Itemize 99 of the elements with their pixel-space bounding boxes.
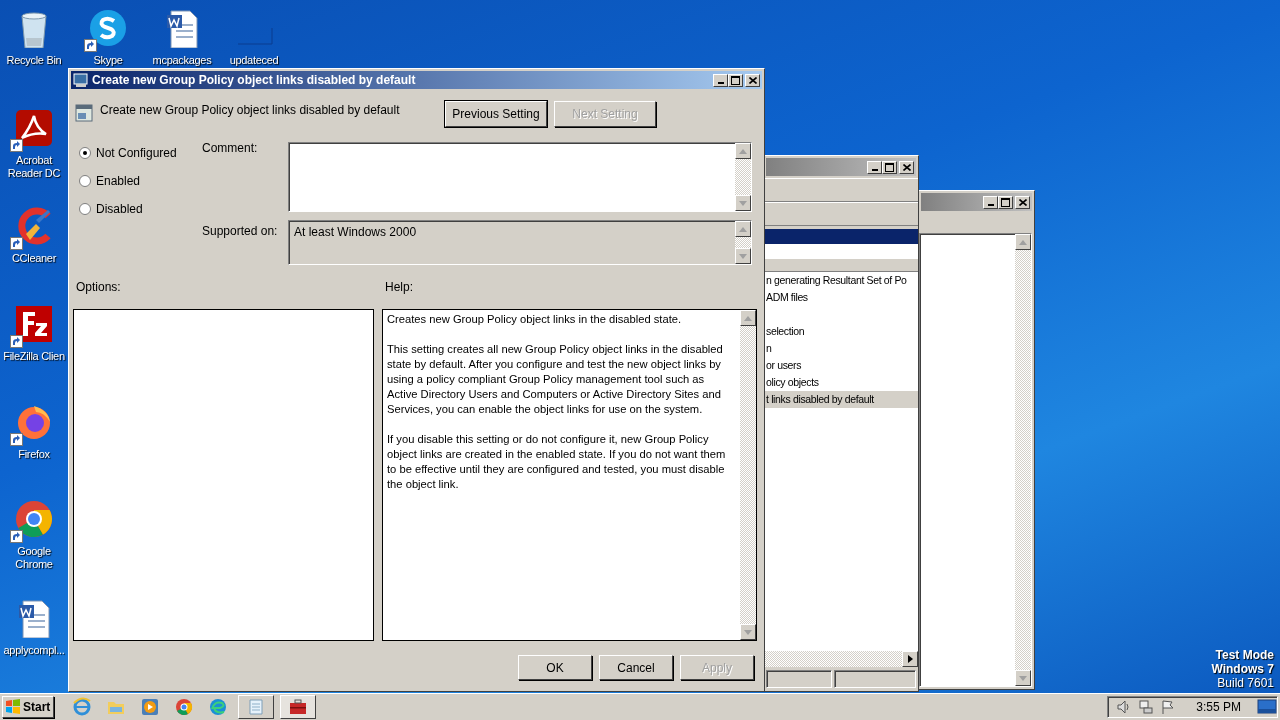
chrome-icon [174,697,194,717]
close-icon [902,163,911,171]
help-paragraph: Creates new Group Policy object links in the disabled state. [387,312,683,327]
acrobat-icon[interactable] [14,108,54,148]
radio-option[interactable]: Not Configured [79,139,202,167]
scroll-right-button[interactable] [902,651,918,667]
dialog-button[interactable]: Cancel [599,655,673,680]
list-item[interactable]: or users [764,357,918,374]
help-paragraph: This setting creates all new Group Policy object links in the disabled state by default. After you configure and test the new object links by using a policy compliant Group Policy management tool such as Active Directory Users and Computers or Active Directory Sites and Services, you can enable the object links for use on the system. [387,342,724,417]
close-icon [1018,198,1027,206]
maximize-button[interactable] [882,160,897,174]
options-label: Options: [76,280,122,296]
up-arrow-icon [744,315,752,321]
skype-icon[interactable] [88,8,128,48]
minimize-button[interactable] [867,160,882,174]
right-arrow-icon [907,655,913,663]
list-item[interactable]: n generating Resultant Set of Po [764,272,918,289]
radio-button[interactable] [79,175,91,187]
scroll-down-button[interactable] [1015,670,1031,686]
dialog-button[interactable]: OK [518,655,592,680]
maximize-button[interactable] [728,73,743,87]
network-icon[interactable] [1138,699,1155,715]
desktop-icon-label[interactable]: Google Chrome [0,545,68,571]
scroll-down-button[interactable] [735,248,751,264]
policy-window-icon [73,72,89,88]
minimize-button[interactable] [983,195,998,209]
close-button[interactable] [745,73,760,87]
close-icon [748,76,757,84]
chrome-icon[interactable] [14,499,54,539]
scroll-down-button[interactable] [740,624,756,640]
up-arrow-icon [1019,239,1027,245]
desktop-icon-label[interactable]: Firefox [18,448,50,461]
clock[interactable]: 3:55 PM [1196,700,1241,714]
down-arrow-icon [739,253,747,259]
desktop-icon-label[interactable]: Recycle Bin [6,54,62,67]
desktop-icon-label[interactable]: updateced [229,54,279,67]
desktop-icon-label[interactable]: FileZilla Clien [3,350,65,363]
edge-icon [208,697,228,717]
setting-name: Create new Group Policy object links disabled by default [100,103,401,117]
list-item[interactable]: ADM files [764,289,918,306]
desktop-icon-label[interactable]: mcpackages [152,54,212,67]
maximize-button[interactable] [998,195,1013,209]
list-item[interactable]: n [764,340,918,357]
help-paragraph: If you disable this setting or do not configure it, new Group Policy object links are created in the enabled state. If you do not want them to be effective until they are configured and tested, you must disable the object link. [387,432,727,492]
scroll-up-button[interactable] [1015,234,1031,250]
scrollbar[interactable] [764,651,918,667]
toolbox-icon [288,697,308,717]
notepad-icon [246,697,266,717]
down-arrow-icon [739,200,747,206]
radio-option[interactable]: Enabled [79,167,202,195]
down-arrow-icon [744,629,752,635]
desktop-icon-label[interactable]: CCleaner [11,252,57,265]
comment-label: Comment: [202,141,259,157]
taskbar-button[interactable] [280,695,316,719]
title-bar[interactable] [921,193,1032,211]
desktop-icon-label[interactable]: Skype [93,54,123,67]
desktop-notice-text: Test Mode [1215,648,1274,662]
desktop-notice-text: Windows 7 [1211,662,1274,676]
show-desktop-icon[interactable] [1257,698,1277,716]
radio-button[interactable] [79,147,91,159]
scrollbar[interactable] [1015,234,1031,686]
setting-nav-button[interactable]: Previous Setting [445,101,547,127]
filezilla-icon[interactable] [14,304,54,344]
title-bar[interactable]: Create new Group Policy object links disabled by default [71,71,762,89]
comment-field[interactable] [288,142,752,212]
ie-icon [72,697,92,717]
list-item[interactable]: t links disabled by default [764,391,918,408]
close-button[interactable] [1015,195,1030,209]
scroll-down-button[interactable] [735,195,751,211]
radio-button[interactable] [79,203,91,215]
windows-logo-icon [5,699,21,715]
supported-on-label: Supported on: [202,224,279,240]
title-bar[interactable] [766,158,916,176]
setting-icon [75,104,93,122]
list-item[interactable]: olicy objects [764,374,918,391]
close-button[interactable] [899,160,914,174]
start-button[interactable]: Start [2,696,54,718]
help-label: Help: [385,280,413,296]
up-arrow-icon [739,148,747,154]
minimize-button[interactable] [713,73,728,87]
down-arrow-icon [1019,675,1027,681]
scroll-up-button[interactable] [740,310,756,326]
desktop-notice-text: Build 7601 [1217,676,1274,690]
media-player-icon [140,697,160,717]
taskbar-button[interactable] [238,695,274,719]
scrollbar[interactable] [740,310,756,640]
column-header[interactable] [764,259,918,272]
scrollbar[interactable] [735,143,751,211]
desktop-icon-label[interactable]: Acrobat Reader DC [0,154,68,180]
desktop-icon-label[interactable]: applycompl... [3,644,65,657]
radio-option[interactable]: Disabled [79,195,202,223]
list-item[interactable]: selection [764,323,918,340]
scroll-up-button[interactable] [735,143,751,159]
window-title: Create new Group Policy object links disabled by default [92,73,417,87]
status-bar-pane [766,670,832,688]
scrollbar[interactable] [735,221,751,264]
supported-on-value: At least Windows 2000 [293,224,418,241]
up-arrow-icon [739,226,747,232]
scroll-up-button[interactable] [735,221,751,237]
